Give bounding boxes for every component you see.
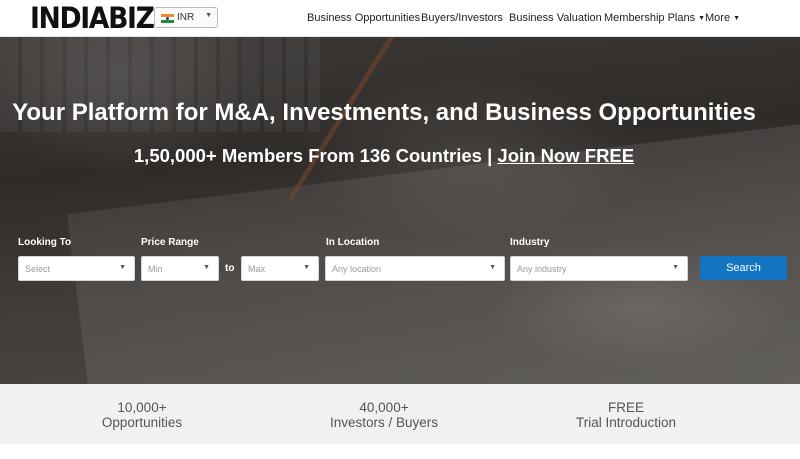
caret-down-icon: ▼ — [733, 15, 740, 22]
stat-value: 40,000+ — [359, 400, 409, 415]
caret-down-icon: ▼ — [698, 15, 706, 22]
site-header: INDIABIZ INR ▼ Business Opportunities Bu… — [0, 0, 800, 37]
chevron-down-icon: ▼ — [672, 264, 679, 271]
search-button[interactable]: Search — [700, 256, 787, 280]
nav-more[interactable]: More ▼ — [705, 0, 740, 36]
members-text: 1,50,000+ Members From 136 Countries | — [133, 145, 493, 166]
chevron-down-icon: ▼ — [119, 264, 126, 271]
price-min-select[interactable]: Min ▼ — [141, 256, 219, 281]
stat-opportunities: 10,000+ Opportunities — [42, 400, 242, 430]
location-label: In Location — [326, 237, 380, 248]
nav-label: Buyers/Investors — [421, 12, 503, 24]
price-range-label: Price Range — [141, 237, 199, 248]
stat-label: Investors / Buyers — [329, 415, 439, 430]
nav-buyers-investors[interactable]: Buyers/Investors — [421, 0, 503, 36]
chevron-down-icon: ▼ — [303, 264, 310, 271]
nav-business-opportunities[interactable]: Business Opportunities — [307, 0, 420, 36]
stat-value: 10,000+ — [117, 400, 167, 415]
hero-title: Your Platform for M&A, Investments, and … — [12, 99, 756, 126]
hero-subtitle: 1,50,000+ Members From 136 Countries | J… — [0, 145, 768, 167]
stat-value: FREE — [607, 400, 644, 415]
nav-label: More — [705, 12, 731, 24]
looking-to-placeholder: Select — [25, 264, 51, 274]
hero-banner: Your Platform for M&A, Investments, and … — [0, 37, 800, 384]
location-placeholder: Any location — [332, 264, 382, 274]
stat-free-trial: FREE Trial Introduction — [526, 400, 726, 430]
india-flag-icon — [161, 14, 174, 23]
nav-label: Business Valuation — [509, 12, 602, 24]
site-logo[interactable]: INDIABIZ — [30, 0, 155, 36]
chevron-down-icon: ▼ — [203, 264, 210, 271]
stat-label: Trial Introduction — [575, 415, 677, 430]
currency-selector[interactable]: INR ▼ — [154, 7, 218, 28]
location-select[interactable]: Any location ▼ — [325, 256, 505, 281]
join-now-link[interactable]: Join Now FREE — [497, 145, 634, 166]
nav-business-valuation[interactable]: Business Valuation — [509, 0, 602, 36]
price-max-select[interactable]: Max ▼ — [241, 256, 319, 281]
price-to-text: to — [225, 263, 235, 274]
stat-label: Opportunities — [101, 415, 183, 430]
looking-to-select[interactable]: Select ▼ — [18, 256, 135, 281]
stat-investors: 40,000+ Investors / Buyers — [284, 400, 484, 430]
stats-bar: 10,000+ Opportunities 40,000+ Investors … — [0, 384, 800, 444]
industry-select[interactable]: Any industry ▼ — [510, 256, 688, 281]
looking-to-label: Looking To — [18, 237, 72, 248]
industry-label: Industry — [510, 237, 550, 248]
nav-membership-plans[interactable]: Membership Plans ▼ — [604, 0, 705, 36]
chevron-down-icon: ▼ — [205, 12, 212, 19]
price-min-placeholder: Min — [148, 264, 163, 274]
nav-label: Business Opportunities — [307, 12, 421, 24]
nav-label: Membership Plans — [604, 12, 696, 24]
price-max-placeholder: Max — [248, 264, 266, 274]
currency-code: INR — [177, 12, 195, 23]
industry-placeholder: Any industry — [517, 264, 567, 274]
chevron-down-icon: ▼ — [489, 264, 496, 271]
